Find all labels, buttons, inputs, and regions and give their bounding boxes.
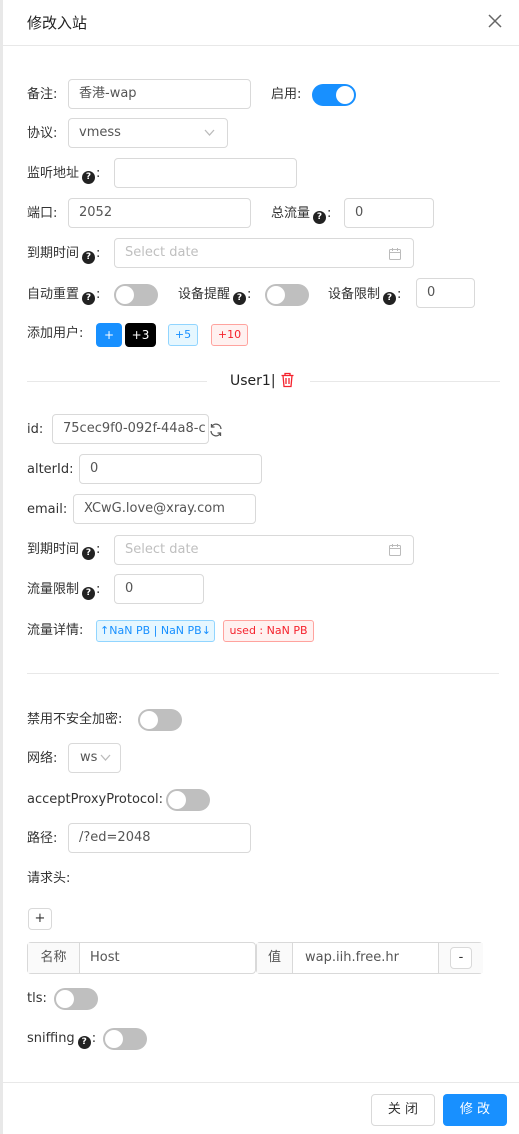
disable-insecure-label: 禁用不安全加密: [27,712,123,727]
user-expiry-label: 到期时间?: [27,542,101,560]
footer-divider [3,1082,519,1083]
enable-label: 启用: [271,87,302,102]
delete-icon[interactable] [280,372,295,388]
question-icon: ? [82,171,96,184]
port-label: 端口: [27,206,58,221]
total-traffic-label-text: 总流量 [271,206,311,221]
alter-id-label: alterId: [27,462,74,477]
question-icon: ? [383,292,397,305]
chevron-down-icon [100,754,111,761]
header-name-input[interactable]: Host [90,943,120,973]
device-alert-label-text: 设备提醒 [178,287,231,302]
tls-label: tls: [27,991,47,1006]
email-label: email: [27,502,68,517]
header-value-addon: 值 [257,943,293,973]
auto-reset-label: 自动重置?: [27,287,101,305]
traffic-detail-label: 流量详情: [27,623,84,638]
add-5-users-button[interactable]: +5 [168,324,198,346]
close-button[interactable]: 关 闭 [371,1094,435,1126]
traffic-used-tag: used : NaN PB [223,620,314,642]
user-divider-right [310,381,500,382]
chevron-down-icon [204,129,215,136]
device-alert-toggle[interactable] [265,284,309,306]
header-name-addon: 名称 [28,943,80,973]
protocol-value: vmess [79,125,121,140]
alter-id-input[interactable]: 0 [79,454,262,484]
tls-toggle[interactable] [54,988,98,1010]
total-traffic-input[interactable]: 0 [344,198,434,228]
traffic-limit-label: 流量限制?: [27,582,101,600]
user-header: User1| [230,373,276,389]
header-value-group: 值 wap.iih.free.hr - [256,942,483,974]
disable-insecure-toggle[interactable] [138,709,182,731]
refresh-icon[interactable] [209,423,223,437]
calendar-icon [389,248,401,260]
traffic-updown-tag: ↑NaN PB | NaN PB↓ [96,620,215,642]
user-divider-left [27,381,207,382]
listen-input[interactable] [114,158,297,188]
auto-reset-label-text: 自动重置 [27,287,80,302]
listen-label: 监听地址?: [27,166,101,184]
modal-title: 修改入站 [27,14,88,32]
user-expiry-date-picker[interactable]: Select date [114,535,414,565]
device-alert-label: 设备提醒?: [178,287,252,305]
remark-label: 备注: [27,87,58,102]
headers-label: 请求头: [27,871,71,886]
accept-proxy-label: acceptProxyProtocol: [27,792,163,807]
add-3-users-button[interactable]: +3 [125,323,156,347]
device-limit-label: 设备限制?: [328,287,402,305]
user-expiry-label-text: 到期时间 [27,542,80,557]
add-header-button[interactable]: + [28,908,52,930]
accept-proxy-toggle[interactable] [166,789,210,811]
question-icon: ? [82,547,96,560]
section-divider [27,673,499,674]
question-icon: ? [233,292,247,305]
add-user-button[interactable]: + [96,323,122,347]
question-icon: ? [82,251,96,264]
email-input[interactable]: XCwG.love@xray.com [73,494,256,524]
add-user-label: 添加用户: [27,326,84,341]
expiry-date-picker[interactable]: Select date [114,238,414,268]
sniffing-label: sniffing?: [27,1031,97,1049]
question-icon: ? [77,1036,91,1049]
network-value: ws [80,750,98,765]
question-icon: ? [313,211,327,224]
enable-toggle[interactable] [312,84,356,106]
remark-input[interactable]: 香港-wap [68,79,251,109]
expiry-label-text: 到期时间 [27,246,80,261]
auto-reset-toggle[interactable] [114,284,158,306]
calendar-icon [389,544,401,556]
traffic-limit-label-text: 流量限制 [27,582,80,597]
user-id-label: id: [27,422,44,437]
network-label: 网络: [27,751,58,766]
sniffing-toggle[interactable] [103,1028,147,1050]
protocol-select[interactable]: vmess [68,118,228,148]
add-10-users-button[interactable]: +10 [211,324,248,346]
header-divider [3,45,519,46]
device-limit-input[interactable]: 0 [416,278,475,308]
sniffing-label-text: sniffing [27,1031,75,1046]
header-value-input[interactable]: wap.iih.free.hr [305,943,399,973]
user-id-input[interactable]: 75cec9f0-092f-44a8-c [52,414,209,444]
left-edge [0,0,3,1134]
listen-label-text: 监听地址 [27,166,80,181]
port-input[interactable]: 2052 [68,198,251,228]
device-limit-label-text: 设备限制 [328,287,381,302]
network-select[interactable]: ws [68,743,121,773]
expiry-label: 到期时间?: [27,246,101,264]
submit-button[interactable]: 修 改 [443,1094,507,1126]
close-icon[interactable] [486,12,504,30]
protocol-label: 协议: [27,126,58,141]
traffic-limit-input[interactable]: 0 [114,574,204,604]
question-icon: ? [82,587,96,600]
path-input[interactable]: /?ed=2048 [68,823,251,853]
header-remove-addon: - [438,943,483,973]
header-name-group: 名称 Host [27,942,256,974]
remove-header-button[interactable]: - [450,947,472,969]
total-traffic-label: 总流量?: [271,206,332,224]
path-label: 路径: [27,831,58,846]
question-icon: ? [82,292,96,305]
